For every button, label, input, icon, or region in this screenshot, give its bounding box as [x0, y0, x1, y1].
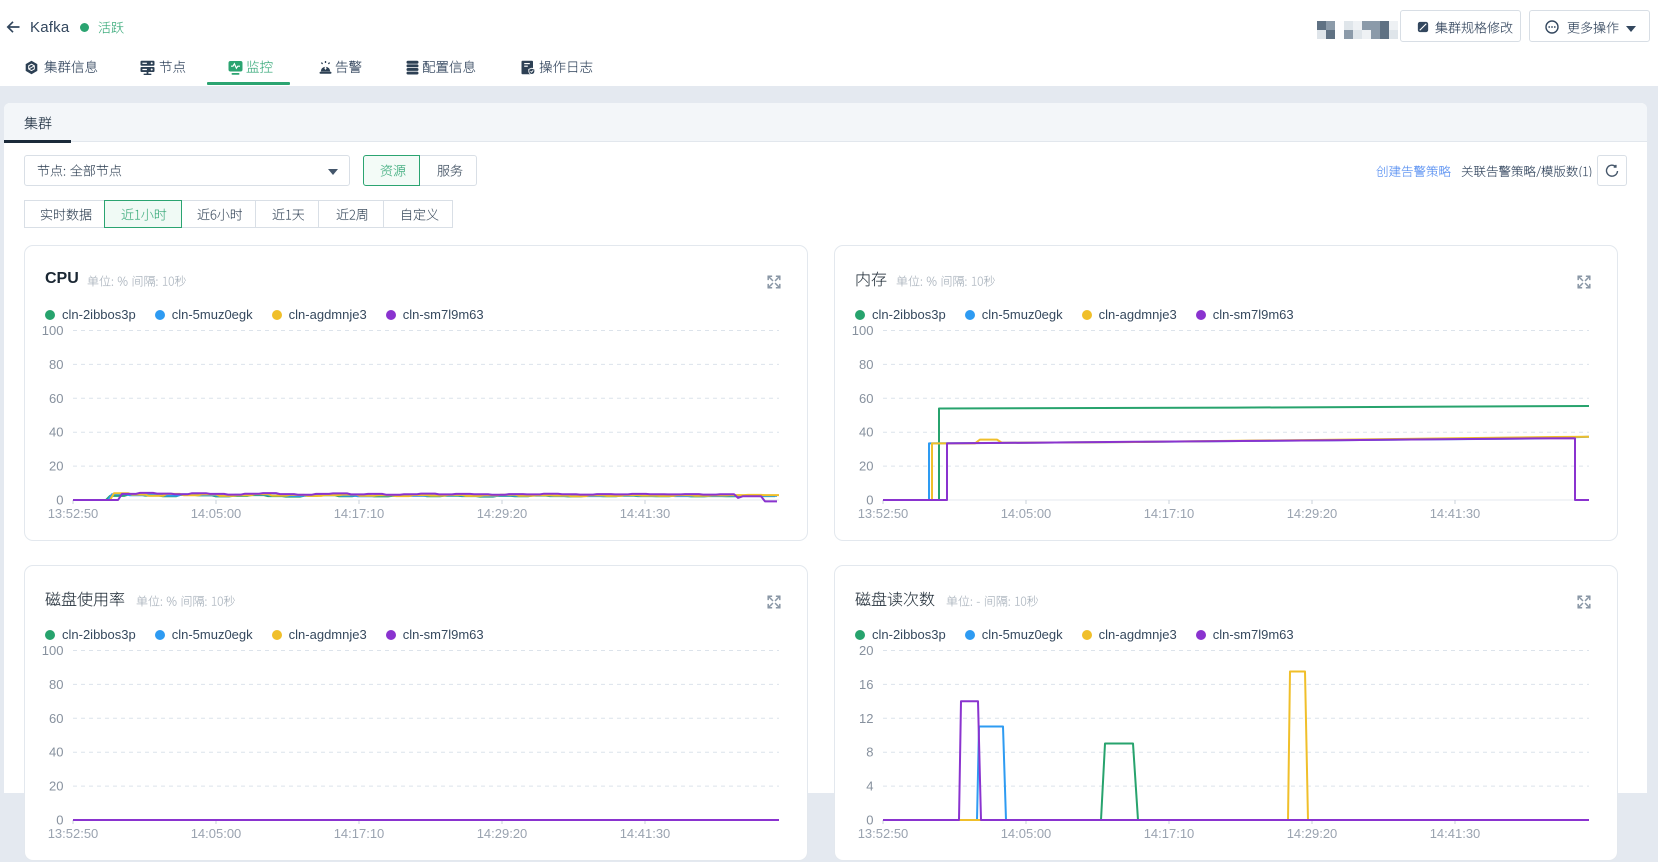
svg-text:60: 60	[49, 711, 63, 726]
svg-text:20: 20	[859, 643, 873, 658]
svg-text:13:52:50: 13:52:50	[48, 506, 99, 521]
svg-text:80: 80	[49, 677, 63, 692]
svg-text:14:41:30: 14:41:30	[620, 506, 671, 521]
svg-text:20: 20	[49, 459, 63, 474]
svg-text:60: 60	[859, 391, 873, 406]
svg-text:14:05:00: 14:05:00	[191, 506, 242, 521]
svg-text:13:52:50: 13:52:50	[48, 826, 99, 841]
svg-text:80: 80	[859, 357, 873, 372]
svg-text:14:17:10: 14:17:10	[1144, 506, 1195, 521]
svg-text:100: 100	[852, 323, 874, 338]
svg-text:20: 20	[859, 459, 873, 474]
svg-text:14:41:30: 14:41:30	[620, 826, 671, 841]
svg-text:14:05:00: 14:05:00	[1001, 826, 1052, 841]
svg-text:13:52:50: 13:52:50	[858, 826, 909, 841]
svg-text:14:17:10: 14:17:10	[334, 506, 385, 521]
svg-text:14:29:20: 14:29:20	[1287, 506, 1338, 521]
svg-text:100: 100	[42, 643, 64, 658]
svg-text:14:41:30: 14:41:30	[1430, 506, 1481, 521]
svg-text:14:29:20: 14:29:20	[477, 506, 528, 521]
svg-text:14:05:00: 14:05:00	[1001, 506, 1052, 521]
svg-text:4: 4	[866, 779, 873, 794]
svg-text:14:41:30: 14:41:30	[1430, 826, 1481, 841]
svg-text:13:52:50: 13:52:50	[858, 506, 909, 521]
svg-text:14:29:20: 14:29:20	[1287, 826, 1338, 841]
svg-text:40: 40	[49, 425, 63, 440]
svg-text:14:17:10: 14:17:10	[1144, 826, 1195, 841]
svg-text:40: 40	[49, 745, 63, 760]
svg-text:14:29:20: 14:29:20	[477, 826, 528, 841]
svg-text:100: 100	[42, 323, 64, 338]
svg-text:40: 40	[859, 425, 873, 440]
svg-text:12: 12	[859, 711, 873, 726]
svg-text:16: 16	[859, 677, 873, 692]
svg-text:60: 60	[49, 391, 63, 406]
svg-text:8: 8	[866, 745, 873, 760]
svg-text:14:17:10: 14:17:10	[334, 826, 385, 841]
svg-text:20: 20	[49, 779, 63, 794]
svg-text:14:05:00: 14:05:00	[191, 826, 242, 841]
svg-text:80: 80	[49, 357, 63, 372]
